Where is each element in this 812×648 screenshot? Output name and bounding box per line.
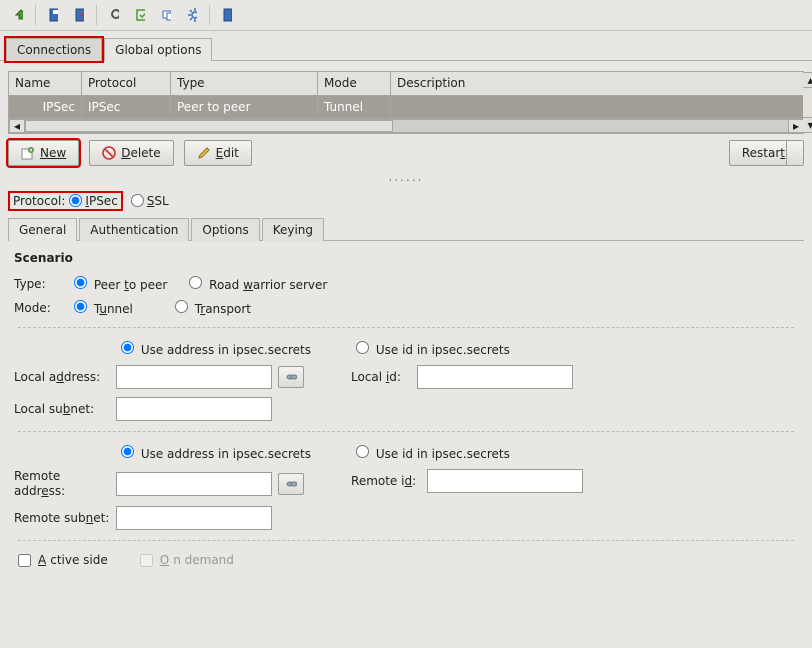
separator [35, 5, 36, 25]
local-address-label: Local address: [14, 370, 110, 384]
radio-local-use-id[interactable]: Use id in ipsec.secrets [351, 338, 510, 357]
cell: Tunnel [318, 96, 391, 118]
radio-mode-tunnel[interactable]: Tunnel [74, 300, 133, 316]
hscrollbar[interactable]: ◂▸ [9, 118, 804, 133]
separator [96, 5, 97, 25]
table-row[interactable]: IPSec IPSec Peer to peer Tunnel [9, 96, 804, 118]
th-type[interactable]: Type [171, 72, 318, 94]
detail-tabs: General Authentication Options Keying [8, 217, 804, 241]
remote-subnet-label: Remote subnet: [14, 511, 110, 525]
edit-button[interactable]: Edit [184, 140, 252, 166]
remote-address-input[interactable] [116, 472, 272, 496]
radio-remote-use-id[interactable]: Use id in ipsec.secrets [351, 442, 510, 461]
radio-type-p2p[interactable]: Peer to peer [74, 276, 167, 292]
local-subnet-input[interactable] [116, 397, 272, 421]
scroll-left-icon[interactable]: ◂ [9, 119, 25, 133]
tab-connections[interactable]: Connections [6, 38, 102, 61]
cell: IPSec [82, 96, 171, 118]
separator [209, 5, 210, 25]
search-icon[interactable] [102, 4, 126, 26]
radio-type-roadwarrior[interactable]: Road warrior server [189, 276, 327, 292]
protocol-label: Protocol: [13, 194, 65, 208]
vscrollbar[interactable]: ▴▾ [803, 72, 812, 133]
toolbar [0, 0, 812, 31]
save-icon[interactable] [41, 4, 65, 26]
mode-label: Mode: [14, 301, 64, 315]
local-subnet-label: Local subnet: [14, 402, 110, 416]
dropdown-arrow-icon[interactable]: ▾ [794, 148, 799, 159]
remote-id-label: Remote id: [351, 474, 421, 488]
pick-remote-addr-icon[interactable] [278, 473, 304, 495]
radio-protocol-ssl[interactable]: SSL [131, 194, 169, 208]
type-label: Type: [14, 277, 64, 291]
radio-remote-use-addr[interactable]: Use address in ipsec.secrets [116, 442, 311, 461]
local-id-input[interactable] [417, 365, 573, 389]
local-id-label: Local id: [351, 370, 411, 384]
radio-mode-transport[interactable]: Transport [175, 300, 251, 316]
checkbox-active-side[interactable]: Active side [14, 551, 108, 570]
connections-table: Name Protocol Type Mode Description IPSe… [8, 71, 804, 134]
gear-icon[interactable] [180, 4, 204, 26]
scenario-heading: Scenario [14, 251, 798, 265]
th-mode[interactable]: Mode [318, 72, 391, 94]
edit-icon [197, 146, 211, 160]
tab-general[interactable]: General [8, 218, 77, 241]
scroll-down-icon[interactable]: ▾ [803, 117, 812, 132]
th-protocol[interactable]: Protocol [82, 72, 171, 94]
button-label: Edit [216, 146, 239, 160]
pick-local-addr-icon[interactable] [278, 366, 304, 388]
radio-protocol-ipsec[interactable]: IPSec [69, 194, 117, 208]
local-address-input[interactable] [116, 365, 272, 389]
add-icon [21, 146, 35, 160]
delete-button[interactable]: Delete [89, 140, 173, 166]
revert-icon[interactable] [67, 4, 91, 26]
main-tabs: Connections Global options [0, 31, 812, 61]
scroll-up-icon[interactable]: ▴ [803, 73, 812, 88]
new-button[interactable]: New [8, 140, 79, 166]
up-icon[interactable] [6, 4, 30, 26]
tab-authentication[interactable]: Authentication [79, 218, 189, 241]
checkbox-on-demand: On demand [136, 551, 234, 570]
refresh-view-icon[interactable] [128, 4, 152, 26]
restart-button[interactable]: Restart ▾ [729, 140, 804, 166]
remote-id-input[interactable] [427, 469, 583, 493]
cell: IPSec [9, 96, 82, 118]
tab-keying[interactable]: Keying [262, 218, 324, 241]
remote-subnet-input[interactable] [116, 506, 272, 530]
delete-icon [102, 146, 116, 160]
tab-options[interactable]: Options [191, 218, 259, 241]
splitter-handle[interactable]: ...... [8, 170, 804, 184]
cell: Peer to peer [171, 96, 318, 118]
button-label: New [40, 146, 66, 160]
th-name[interactable]: Name [9, 72, 82, 94]
tab-global-options[interactable]: Global options [104, 38, 212, 61]
th-description[interactable]: Description [391, 72, 804, 94]
windows-icon[interactable] [154, 4, 178, 26]
button-label: Delete [121, 146, 160, 160]
scroll-right-icon[interactable]: ▸ [788, 119, 804, 133]
radio-local-use-addr[interactable]: Use address in ipsec.secrets [116, 338, 311, 357]
exit-icon[interactable] [215, 4, 239, 26]
cell [391, 96, 804, 118]
button-label: Restart [742, 146, 785, 160]
remote-address-label: Remote address: [14, 469, 110, 498]
